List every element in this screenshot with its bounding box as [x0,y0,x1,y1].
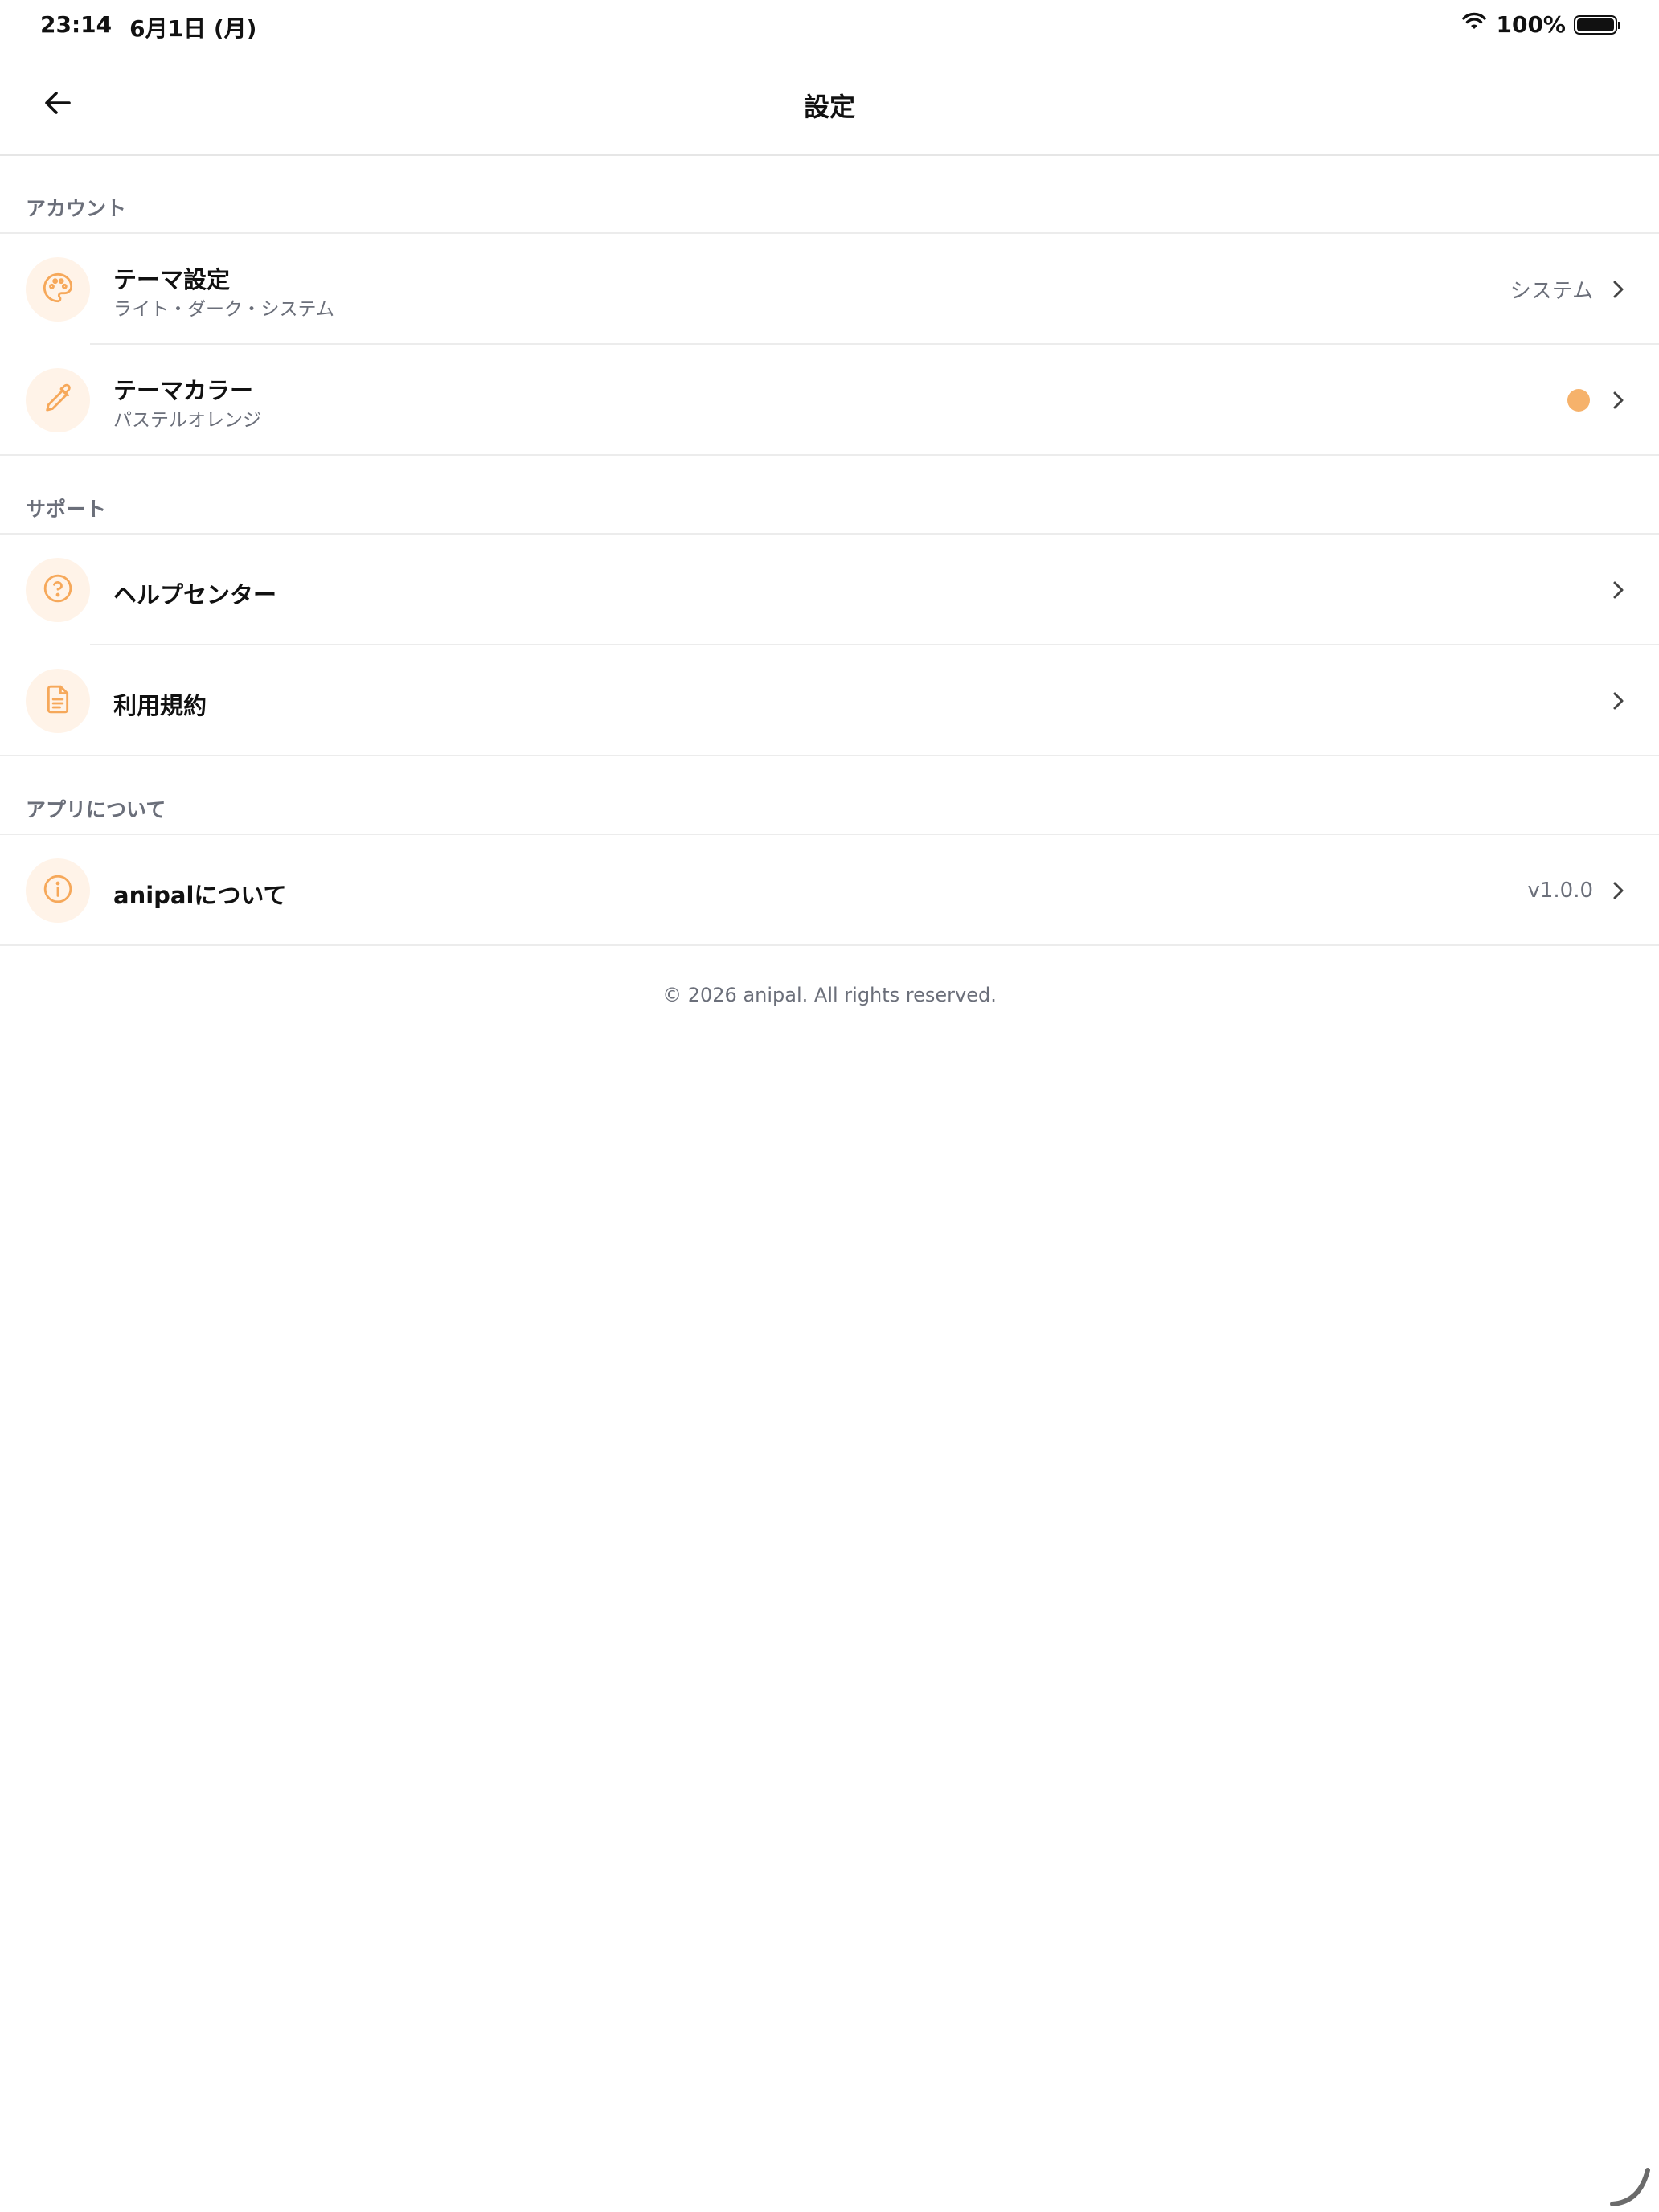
row-icon-container [26,558,90,622]
row-title: anipalについて [113,882,287,909]
app-version: v1.0.0 [1527,879,1593,903]
settings-row-help-center[interactable]: ヘルプセンター [0,535,1659,645]
row-icon-container [26,257,90,322]
row-icon-container [26,858,90,923]
chevron-right-icon [1606,689,1630,713]
status-time: 23:14 [40,11,113,38]
section-divider [0,944,1659,946]
section-header-about: アプリについて [26,798,166,821]
theme-color-swatch [1567,389,1590,412]
section-divider [0,454,1659,456]
document-icon [42,683,74,719]
section-header-account: アカウント [26,197,127,220]
section-divider [0,755,1659,756]
row-title: テーマカラー [113,377,254,404]
wifi-icon [1460,11,1488,38]
status-bar: 23:14 6月1日 (月) 100% [0,0,1659,51]
row-subtitle: パステルオレンジ [113,410,261,431]
help-circle-icon [42,572,74,608]
settings-row-theme-color[interactable]: テーマカラー パステルオレンジ [0,345,1659,456]
row-title: テーマ設定 [113,266,231,293]
nav-header: 設定 [0,51,1659,156]
row-subtitle: ライト・ダーク・システム [113,299,334,320]
info-circle-icon [42,873,74,908]
eyedropper-icon [42,383,74,418]
chevron-right-icon [1606,277,1630,301]
row-title: 利用規約 [113,692,207,719]
settings-row-terms[interactable]: 利用規約 [0,645,1659,756]
settings-row-theme[interactable]: テーマ設定 ライト・ダーク・システム システム [0,234,1659,345]
status-indicators: 100% [1460,11,1620,38]
status-time-date: 23:14 6月1日 (月) [40,11,256,43]
section-header-support: サポート [26,498,107,521]
palette-icon [42,272,74,307]
home-corner-indicator [1608,2164,1651,2207]
row-value: システム [1509,279,1593,304]
copyright-text: © 2026 anipal. All rights reserved. [662,984,997,1006]
page-title: 設定 [803,92,855,122]
row-title: ヘルプセンター [113,581,277,608]
chevron-right-icon [1606,578,1630,602]
chevron-right-icon [1606,879,1630,903]
row-icon-container [26,669,90,733]
settings-row-about[interactable]: anipalについて v1.0.0 [0,835,1659,946]
battery-icon [1574,14,1620,35]
battery-percent: 100% [1496,11,1566,38]
chevron-right-icon [1606,388,1630,412]
row-icon-container [26,368,90,432]
status-date: 6月1日 (月) [129,15,257,42]
